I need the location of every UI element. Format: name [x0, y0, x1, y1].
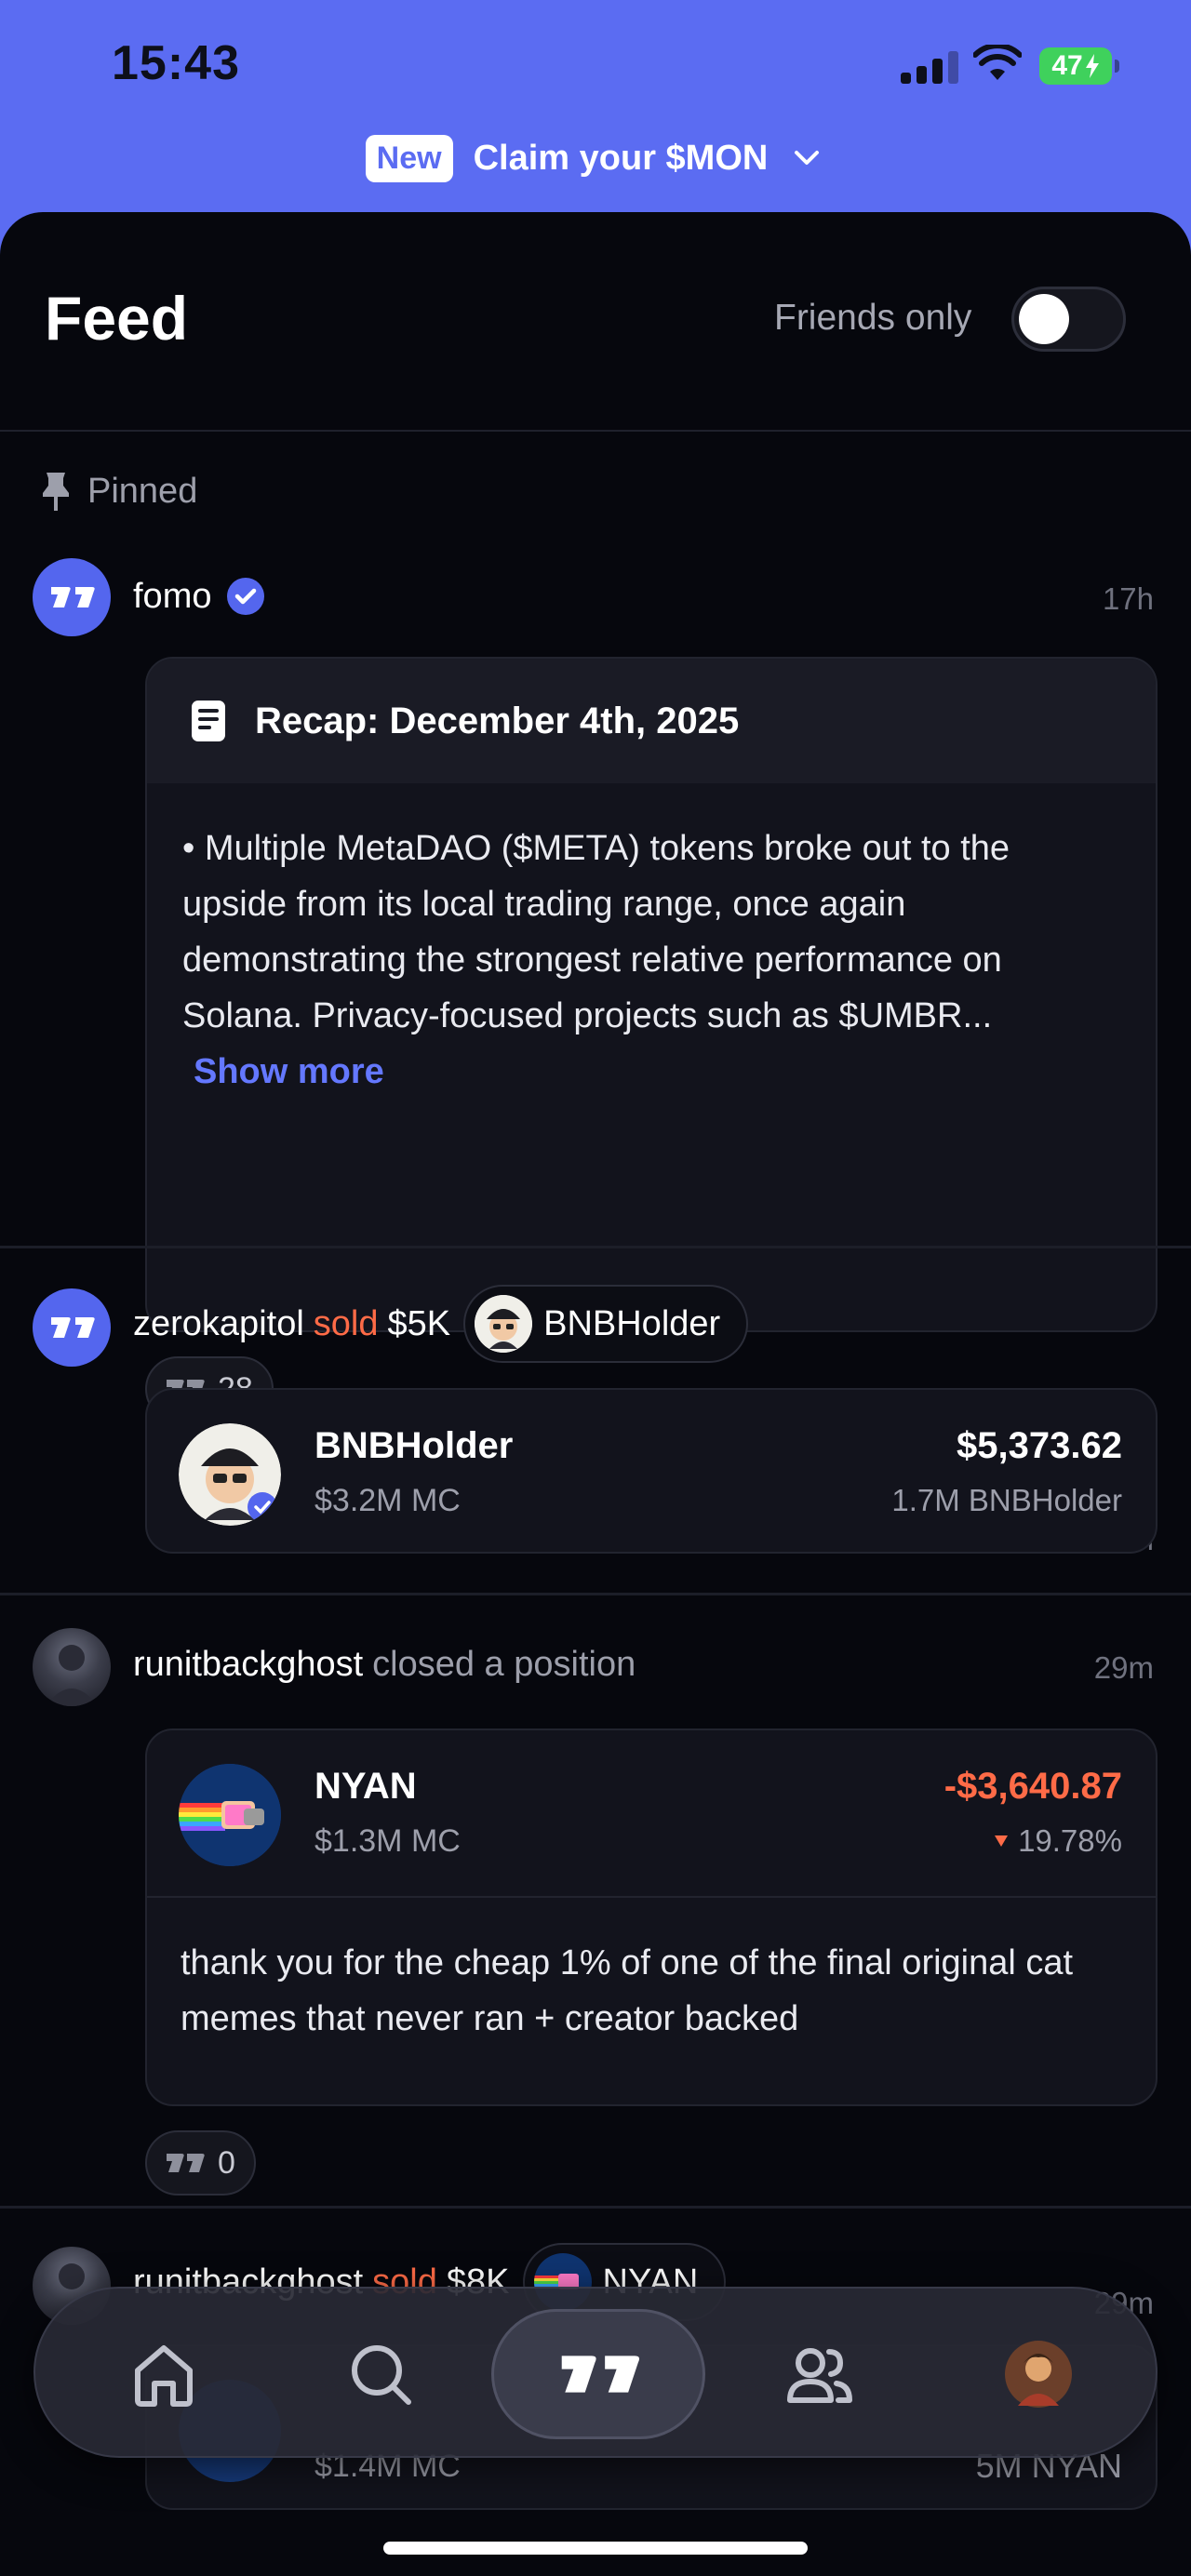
- action-sold: sold: [313, 1303, 379, 1343]
- username[interactable]: zerokapitol: [133, 1304, 304, 1344]
- search-icon: [352, 2345, 411, 2405]
- recap-body: • Multiple MetaDAO ($META) tokens broke …: [147, 783, 1156, 1100]
- fomo-logo-icon: [561, 2356, 640, 2393]
- bottom-nav: [33, 2287, 1158, 2458]
- post-time: 17h: [1102, 581, 1154, 616]
- home-indicator: [383, 2542, 808, 2555]
- battery-level: 47: [1051, 50, 1083, 81]
- post-header: zerokapitol sold $5K BNBHolder: [133, 1285, 749, 1363]
- nav-search[interactable]: [338, 2331, 423, 2417]
- post-header: runitbackghost closed a position: [133, 1645, 636, 1685]
- token-pill[interactable]: BNBHolder: [463, 1285, 749, 1363]
- recap-header: Recap: December 4th, 2025: [147, 659, 1156, 783]
- friends-icon: [787, 2348, 852, 2403]
- avatar[interactable]: [33, 1288, 111, 1367]
- nav-friends[interactable]: [777, 2331, 863, 2417]
- fomo-logo-icon: [51, 1317, 95, 1338]
- wifi-icon: [973, 45, 1022, 80]
- trade-amount: $5K: [387, 1303, 451, 1343]
- token-name: BNBHolder: [314, 1425, 514, 1466]
- username[interactable]: fomo: [133, 577, 211, 617]
- claim-mon-banner[interactable]: New Claim your $MON: [0, 128, 1191, 188]
- cellular-signal-icon: [901, 50, 958, 84]
- bnbholder-token-image: [179, 1423, 281, 1526]
- token-market-cap: $1.3M MC: [314, 1823, 461, 1859]
- claim-text: Claim your $MON: [473, 138, 769, 178]
- pinned-section-label: Pinned: [39, 471, 197, 512]
- show-more-link[interactable]: Show more: [182, 1052, 384, 1091]
- post-note: thank you for the cheap 1% of one of the…: [147, 1896, 1156, 2084]
- reaction-button[interactable]: 0: [145, 2130, 256, 2196]
- pin-icon: [43, 473, 69, 511]
- action-text: closed a position: [372, 1645, 636, 1684]
- nav-profile[interactable]: [996, 2331, 1081, 2417]
- feed-sheet: Feed Friends only Pinned fomo 17h Recap:…: [0, 212, 1191, 2576]
- post-runitbackghost-sold: runitbackghost sold $8K NYAN 29m $1.4M M…: [0, 212, 1191, 2510]
- ghost-avatar-image: [46, 1645, 98, 1706]
- new-badge: New: [365, 134, 453, 182]
- position-change: 19.78%: [994, 1823, 1122, 1859]
- token-pill-label: BNBHolder: [543, 1303, 721, 1343]
- fomo-reaction-icon: [167, 2154, 205, 2172]
- position-summary: NYAN $1.3M MC -$3,640.87 19.78%: [147, 1730, 1156, 1896]
- username[interactable]: runitbackghost: [133, 1645, 363, 1685]
- avatar[interactable]: [33, 1628, 111, 1706]
- divider: [0, 2206, 1191, 2209]
- fomo-logo-icon: [51, 587, 95, 607]
- avatar[interactable]: [33, 558, 111, 636]
- recap-title: Recap: December 4th, 2025: [255, 700, 740, 741]
- nav-home[interactable]: [121, 2331, 207, 2417]
- post-header: fomo: [133, 575, 267, 618]
- post-time: 29m: [1093, 1650, 1154, 1685]
- nav-fomo[interactable]: [491, 2309, 705, 2439]
- battery-indicator: 47: [1039, 47, 1119, 85]
- status-bar: 15:43 47: [0, 0, 1191, 130]
- status-time: 15:43: [112, 36, 240, 90]
- token-holding: 1.7M BNBHolder: [891, 1483, 1122, 1517]
- position-card[interactable]: NYAN $1.3M MC -$3,640.87 19.78% thank yo…: [145, 1728, 1158, 2106]
- token-market-cap: $3.2M MC: [314, 1483, 461, 1518]
- divider: [0, 1246, 1191, 1248]
- recap-text: • Multiple MetaDAO ($META) tokens broke …: [182, 829, 1010, 1035]
- down-triangle-icon: [995, 1835, 1009, 1847]
- profile-avatar: [1005, 2341, 1072, 2408]
- divider: [0, 1593, 1191, 1595]
- verified-badge-icon: [227, 578, 265, 615]
- position-pnl: -$3,640.87: [943, 1766, 1122, 1807]
- recap-document-icon: [192, 701, 225, 741]
- trade-value: $5,373.62: [957, 1425, 1122, 1466]
- bnbholder-token-icon: [475, 1295, 533, 1353]
- charging-bolt-icon: [1085, 54, 1099, 78]
- pinned-label: Pinned: [87, 471, 198, 511]
- token-name: NYAN: [314, 1766, 417, 1807]
- nyan-token-image: [179, 1764, 281, 1866]
- position-change-value: 19.78%: [1018, 1823, 1122, 1858]
- trade-card[interactable]: BNBHolder $3.2M MC $5,373.62 1.7M BNBHol…: [145, 1388, 1158, 1554]
- chevron-down-icon: [795, 151, 820, 165]
- reaction-count: 0: [218, 2144, 235, 2181]
- home-icon: [135, 2345, 193, 2407]
- recap-card[interactable]: Recap: December 4th, 2025 • Multiple Met…: [145, 657, 1158, 1332]
